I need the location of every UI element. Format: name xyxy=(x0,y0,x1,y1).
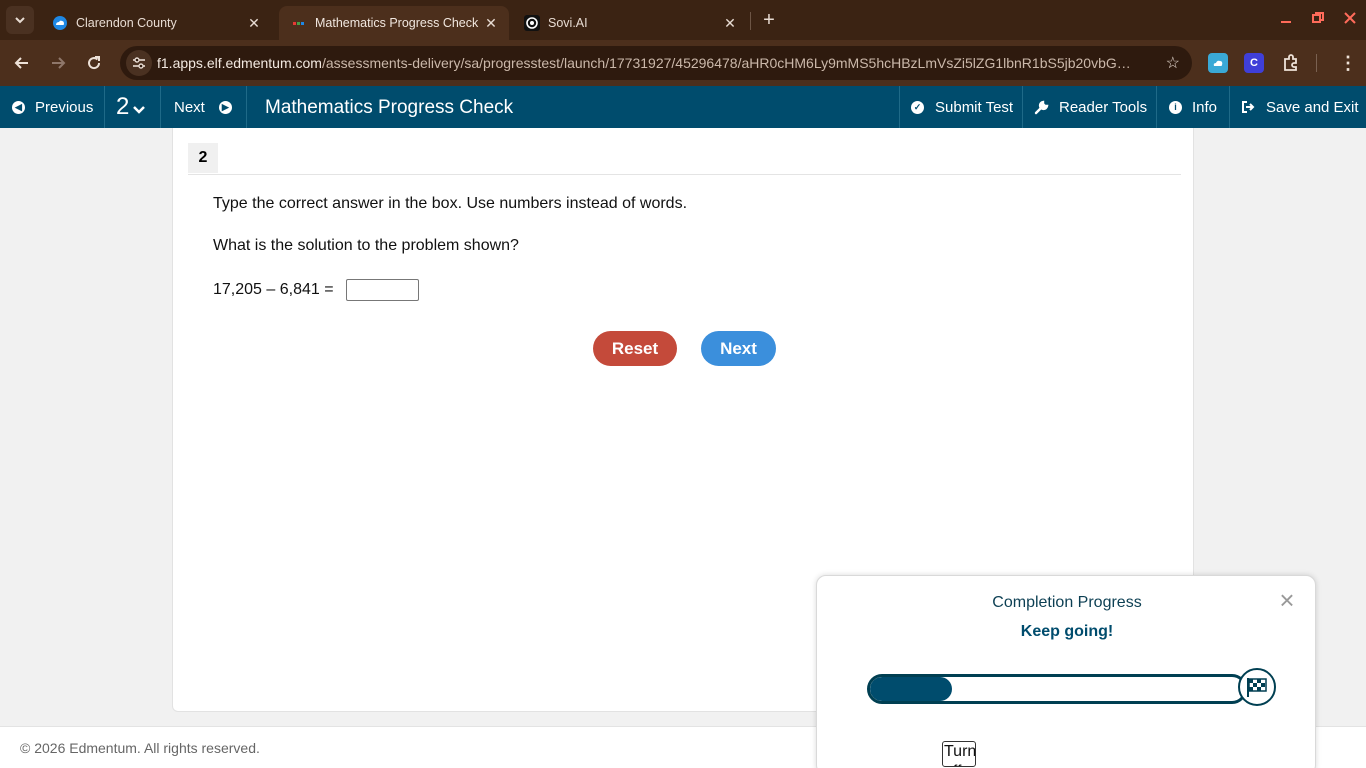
question-selector[interactable]: 2 xyxy=(116,86,146,128)
progress-track xyxy=(867,674,1247,704)
info-label: Info xyxy=(1192,98,1218,116)
checkered-flag-icon xyxy=(1238,668,1276,706)
submit-test-label: Submit Test xyxy=(935,98,1014,116)
wrench-icon xyxy=(1034,100,1049,114)
reset-button[interactable]: Reset xyxy=(593,331,677,366)
nav-divider xyxy=(1156,86,1157,128)
question-number-badge: 2 xyxy=(188,143,218,173)
close-icon[interactable]: ✕ xyxy=(481,13,501,33)
question-number: 2 xyxy=(116,93,130,120)
card-divider xyxy=(188,174,1181,175)
close-icon[interactable]: × xyxy=(1277,587,1297,613)
question-prompt: What is the solution to the problem show… xyxy=(213,237,519,254)
forward-arrow-icon[interactable] xyxy=(44,49,72,77)
browser-tab-sovi[interactable]: Sovi.AI ✕ xyxy=(512,6,748,40)
toolbar-separator xyxy=(1316,54,1317,72)
address-bar[interactable]: f1.apps.elf.edmentum.com/assessments-del… xyxy=(120,46,1192,80)
tab-search-button[interactable] xyxy=(6,6,34,34)
browser-toolbar: f1.apps.elf.edmentum.com/assessments-del… xyxy=(0,40,1366,86)
chevron-down-icon xyxy=(15,17,25,24)
puzzle-icon[interactable] xyxy=(1281,53,1301,73)
minimize-icon[interactable] xyxy=(1272,6,1300,30)
next-button[interactable]: Next xyxy=(701,331,776,366)
browser-tab-strip: Clarendon County ✕ Mathematics Progress … xyxy=(0,0,1366,40)
bookmark-star-icon[interactable]: ☆ xyxy=(1166,53,1180,73)
window-close-icon[interactable] xyxy=(1336,6,1364,30)
save-exit-label: Save and Exit xyxy=(1266,98,1359,116)
site-info-icon[interactable] xyxy=(126,50,152,76)
next-nav-button[interactable]: Next ▶ xyxy=(174,86,232,128)
answer-input[interactable] xyxy=(346,279,419,301)
assessment-nav-bar: ◀ Previous 2 Next ▶ Mathematics Progress… xyxy=(0,86,1366,128)
progress-fill xyxy=(870,677,953,701)
turn-off-button[interactable]: Turn off xyxy=(942,741,976,767)
previous-button[interactable]: ◀ Previous xyxy=(12,86,93,128)
nav-divider xyxy=(246,86,247,128)
nav-divider xyxy=(1229,86,1230,128)
cloud-extension-icon[interactable] xyxy=(1208,53,1228,73)
url-text[interactable]: f1.apps.elf.edmentum.com/assessments-del… xyxy=(157,55,1147,71)
reader-tools-label: Reader Tools xyxy=(1059,98,1148,116)
chevron-down-icon xyxy=(133,106,146,114)
info-icon: i xyxy=(1169,100,1182,114)
url-path: /assessments-delivery/sa/progresstest/la… xyxy=(321,55,1131,71)
arrow-left-circle-icon: ◀ xyxy=(12,100,25,114)
question-instruction: Type the correct answer in the box. Use … xyxy=(213,195,688,212)
c-extension-icon[interactable]: C xyxy=(1244,53,1264,73)
copyright-text: © 2026 Edmentum. All rights reserved. xyxy=(20,740,260,756)
edmentum-icon xyxy=(291,15,307,31)
sovi-icon xyxy=(524,15,540,31)
back-arrow-icon[interactable] xyxy=(8,49,36,77)
completion-progress-panel: Completion Progress Keep going! × Turn o… xyxy=(816,575,1316,768)
new-tab-plus-icon[interactable]: + xyxy=(757,8,781,32)
more-menu-icon[interactable]: ⋮ xyxy=(1338,53,1358,73)
nav-divider xyxy=(1022,86,1023,128)
equation-text: 17,205 – 6,841 = xyxy=(213,281,334,298)
nav-divider xyxy=(160,86,161,128)
reload-icon[interactable] xyxy=(80,49,108,77)
tab-title: Mathematics Progress Check xyxy=(315,16,479,30)
progress-message: Keep going! xyxy=(1020,623,1114,640)
nav-divider xyxy=(104,86,105,128)
progress-title: Completion Progress xyxy=(992,594,1142,611)
next-label: Next xyxy=(174,98,205,116)
cloud-icon xyxy=(52,15,68,31)
tab-title: Sovi.AI xyxy=(548,16,588,30)
browser-tab-clarendon[interactable]: Clarendon County ✕ xyxy=(40,6,272,40)
sign-out-icon xyxy=(1242,101,1255,113)
restore-icon[interactable] xyxy=(1304,6,1332,30)
reader-tools-button[interactable]: Reader Tools xyxy=(1034,86,1147,128)
url-host: f1.apps.elf.edmentum.com xyxy=(157,55,322,71)
close-icon[interactable]: ✕ xyxy=(244,13,264,33)
close-icon[interactable]: ✕ xyxy=(720,13,740,33)
info-button[interactable]: i Info xyxy=(1169,86,1217,128)
c-extension-letter: C xyxy=(1250,57,1258,69)
previous-label: Previous xyxy=(35,98,94,116)
assessment-title: Mathematics Progress Check xyxy=(265,97,514,118)
browser-tab-math-progress[interactable]: Mathematics Progress Check ✕ xyxy=(279,6,509,40)
submit-test-button[interactable]: ✓ Submit Test xyxy=(911,86,1013,128)
nav-divider xyxy=(899,86,900,128)
save-exit-button[interactable]: Save and Exit xyxy=(1241,86,1359,128)
check-circle-icon: ✓ xyxy=(911,100,924,114)
tab-separator xyxy=(750,12,751,30)
arrow-right-circle-icon: ▶ xyxy=(218,100,232,114)
tab-title: Clarendon County xyxy=(76,16,177,30)
